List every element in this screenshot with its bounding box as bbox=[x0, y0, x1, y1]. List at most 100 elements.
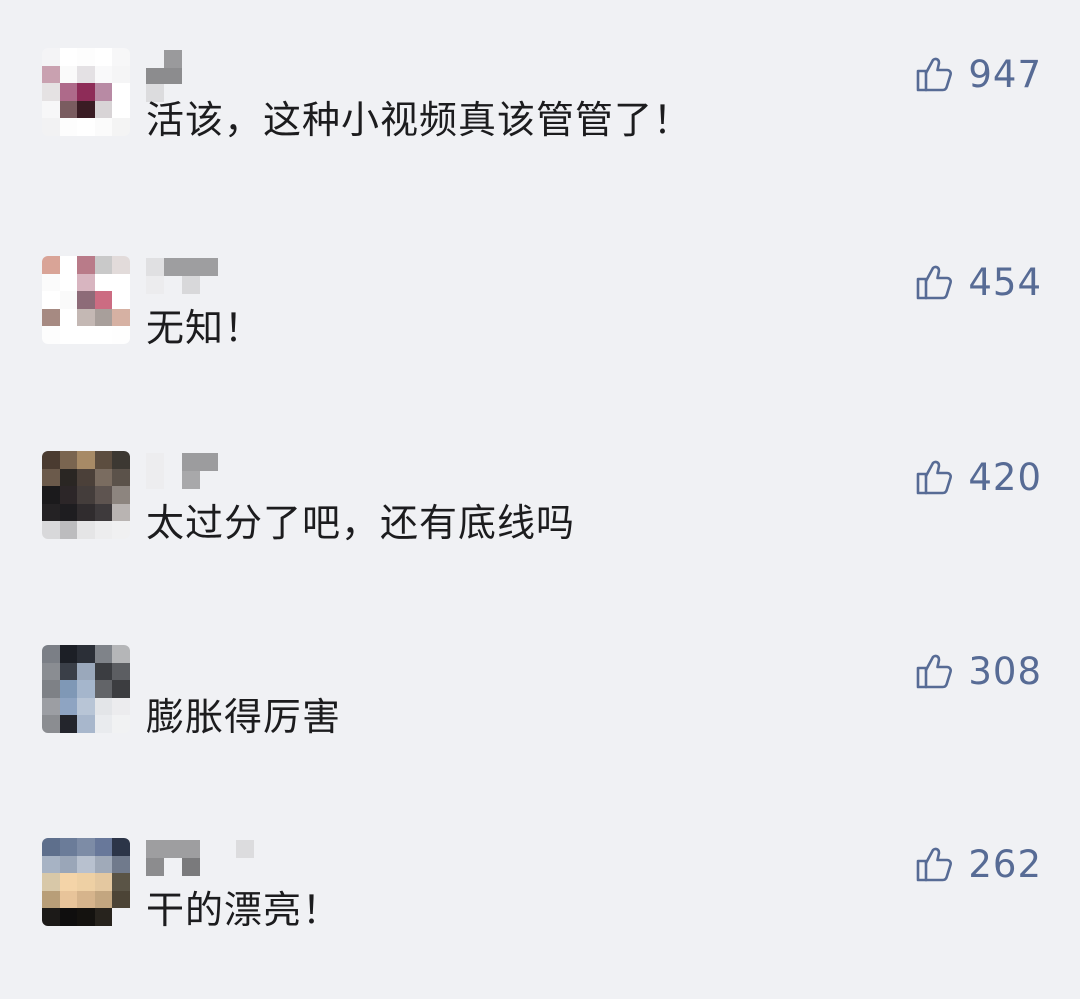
avatar-pixel bbox=[42, 48, 60, 66]
avatar-pixel bbox=[94, 291, 113, 309]
avatar-pixel bbox=[59, 873, 78, 891]
nickname-mosaic-block bbox=[146, 453, 164, 489]
avatar-pixel bbox=[59, 326, 78, 344]
avatar-pixel bbox=[42, 273, 60, 292]
avatar-pixel bbox=[42, 83, 60, 101]
avatar-pixel bbox=[94, 873, 113, 891]
avatar-pixel bbox=[112, 662, 130, 681]
avatar-pixel bbox=[59, 838, 78, 856]
avatar-pixel bbox=[112, 308, 130, 327]
like-button[interactable]: 308 bbox=[914, 647, 1042, 695]
nickname-mosaic[interactable] bbox=[146, 840, 286, 876]
nickname-mosaic[interactable] bbox=[146, 647, 286, 683]
avatar-pixel bbox=[59, 48, 78, 66]
comment-text: 无知！ bbox=[146, 306, 264, 350]
avatar-pixel bbox=[112, 715, 130, 733]
avatar-pixel bbox=[59, 503, 78, 522]
avatar-pixel bbox=[42, 326, 60, 344]
avatar-pixel bbox=[94, 83, 113, 101]
like-count: 947 bbox=[968, 52, 1042, 96]
avatar[interactable] bbox=[42, 48, 130, 136]
avatar-pixel bbox=[42, 468, 60, 487]
comment-text: 膨胀得厉害 bbox=[146, 695, 342, 739]
avatar-pixel bbox=[42, 521, 60, 539]
avatar-pixel bbox=[94, 908, 113, 926]
nickname-mosaic-block bbox=[146, 68, 182, 84]
avatar-pixel bbox=[112, 855, 130, 874]
comment-text: 太过分了吧，还有底线吗 bbox=[146, 501, 576, 545]
avatar-pixel bbox=[94, 890, 113, 909]
nickname-mosaic-block bbox=[182, 276, 200, 294]
like-button[interactable]: 454 bbox=[914, 258, 1042, 306]
avatar-pixel bbox=[42, 451, 60, 469]
avatar-pixel bbox=[59, 273, 78, 292]
avatar-pixel bbox=[94, 468, 113, 487]
like-button[interactable]: 262 bbox=[914, 840, 1042, 888]
thumbs-up-icon bbox=[917, 57, 953, 92]
avatar[interactable] bbox=[42, 451, 130, 539]
avatar-pixel bbox=[112, 486, 130, 504]
avatar[interactable] bbox=[42, 838, 130, 926]
avatar-pixel bbox=[42, 486, 60, 504]
nickname-mosaic-block bbox=[146, 840, 200, 858]
like-count: 262 bbox=[968, 842, 1042, 886]
avatar-pixel bbox=[59, 890, 78, 909]
avatar-pixel bbox=[59, 83, 78, 101]
avatar-pixel bbox=[112, 890, 130, 909]
avatar-pixel bbox=[77, 873, 95, 891]
avatar-pixel bbox=[77, 680, 95, 698]
avatar-pixel bbox=[112, 83, 130, 101]
nickname-mosaic[interactable] bbox=[146, 50, 286, 102]
avatar[interactable] bbox=[42, 645, 130, 733]
nickname-mosaic-block bbox=[164, 50, 182, 68]
avatar-pixel bbox=[42, 662, 60, 681]
like-button[interactable]: 947 bbox=[914, 50, 1042, 98]
avatar-pixel bbox=[42, 118, 60, 136]
avatar-pixel bbox=[59, 645, 78, 663]
avatar-pixel bbox=[77, 715, 95, 733]
nickname-mosaic-block bbox=[182, 471, 200, 489]
avatar-pixel bbox=[42, 873, 60, 891]
avatar-pixel bbox=[77, 308, 95, 327]
comment-item: 干的漂亮！ 262 bbox=[0, 838, 1080, 948]
avatar-pixel bbox=[77, 468, 95, 487]
avatar-pixel bbox=[59, 697, 78, 716]
avatar-pixel bbox=[42, 256, 60, 274]
avatar-pixel bbox=[77, 521, 95, 539]
avatar-pixel bbox=[77, 890, 95, 909]
nickname-mosaic-block bbox=[182, 858, 200, 876]
avatar-pixel bbox=[59, 118, 78, 136]
avatar-pixel bbox=[94, 65, 113, 84]
avatar-pixel bbox=[42, 65, 60, 84]
avatar-pixel bbox=[112, 451, 130, 469]
avatar-pixel bbox=[112, 273, 130, 292]
comment-item: 活该，这种小视频真该管管了！ 947 bbox=[0, 48, 1080, 158]
avatar-pixel bbox=[94, 48, 113, 66]
avatar-pixel bbox=[42, 890, 60, 909]
avatar-pixel bbox=[112, 100, 130, 119]
avatar-pixel bbox=[94, 256, 113, 274]
thumbs-up-icon bbox=[917, 654, 953, 689]
avatar-pixel bbox=[112, 908, 130, 926]
avatar-pixel bbox=[94, 308, 113, 327]
avatar[interactable] bbox=[42, 256, 130, 344]
avatar-pixel bbox=[94, 503, 113, 522]
like-button[interactable]: 420 bbox=[914, 453, 1042, 501]
comment-item: 膨胀得厉害 308 bbox=[0, 645, 1080, 755]
avatar-pixel bbox=[112, 326, 130, 344]
avatar-pixel bbox=[42, 855, 60, 874]
nickname-mosaic[interactable] bbox=[146, 453, 286, 489]
avatar-pixel bbox=[94, 118, 113, 136]
like-count: 420 bbox=[968, 455, 1042, 499]
avatar-pixel bbox=[77, 273, 95, 292]
nickname-mosaic-block bbox=[146, 276, 164, 294]
avatar-pixel bbox=[94, 486, 113, 504]
thumbs-up-icon bbox=[917, 460, 953, 495]
avatar-pixel bbox=[112, 65, 130, 84]
avatar-pixel bbox=[77, 65, 95, 84]
thumbs-up-icon bbox=[917, 847, 953, 882]
nickname-mosaic[interactable] bbox=[146, 258, 286, 294]
avatar-pixel bbox=[94, 451, 113, 469]
avatar-pixel bbox=[112, 468, 130, 487]
avatar-pixel bbox=[94, 855, 113, 874]
